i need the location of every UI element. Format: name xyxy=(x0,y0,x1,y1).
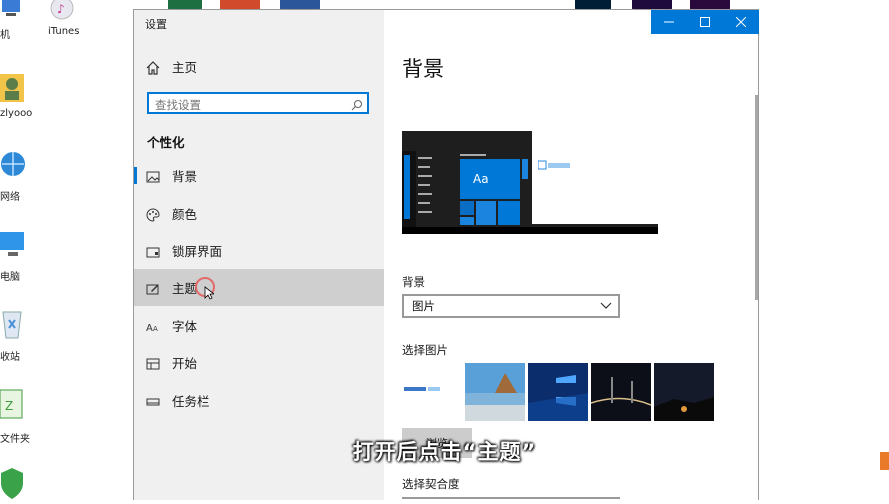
sidebar-item-fonts[interactable]: AA 字体 xyxy=(134,307,384,344)
background-label: 背景 xyxy=(402,275,425,289)
recycle-bin-icon xyxy=(0,306,24,340)
home-icon xyxy=(146,60,160,75)
start-icon xyxy=(146,356,160,370)
search-icon[interactable] xyxy=(351,96,363,115)
svg-text:A: A xyxy=(146,323,153,334)
sidebar-item-colors[interactable]: 颜色 xyxy=(134,195,384,232)
fit-select[interactable] xyxy=(402,497,620,503)
picture-thumbnail-1[interactable] xyxy=(402,363,462,421)
settings-search[interactable] xyxy=(147,92,369,115)
picture-thumbnail-4[interactable] xyxy=(591,363,651,421)
picture-icon xyxy=(146,169,160,183)
network-icon xyxy=(0,148,25,180)
palette-icon xyxy=(146,207,160,222)
minimize-button[interactable] xyxy=(651,10,687,34)
sidebar-item-label: 任务栏 xyxy=(172,394,210,409)
sidebar-item-label: 主页 xyxy=(172,60,198,75)
maximize-icon xyxy=(700,17,710,27)
minimize-icon xyxy=(664,21,674,23)
itunes-icon: ♪ xyxy=(48,0,74,22)
sidebar-item-label: 主题 xyxy=(172,281,198,296)
picture-thumbnail-3[interactable] xyxy=(528,363,588,421)
desktop-icon-label: 收站 xyxy=(0,352,20,363)
sidebar: 设置 主页 个性化 背景 颜色 xyxy=(134,10,384,500)
scrollbar[interactable] xyxy=(755,95,758,300)
desktop-icon-computer[interactable]: 机 xyxy=(0,0,34,42)
font-icon: AA xyxy=(146,319,160,334)
close-button[interactable] xyxy=(723,10,759,34)
content-pane: 背景 Aa 背景 图片 选择图片 浏览 选择契合度 xyxy=(384,10,759,503)
picture-thumbnail-5[interactable] xyxy=(654,363,714,421)
desktop-icon-recycle-bin[interactable]: 收站 xyxy=(0,306,34,363)
search-input[interactable] xyxy=(153,95,347,115)
svg-text:A: A xyxy=(153,325,158,333)
night-sky-thumbnail-image xyxy=(654,363,714,421)
window-title: 设置 xyxy=(145,18,167,31)
desktop-icon-itunes[interactable]: ♪ iTunes xyxy=(44,0,84,42)
computer-icon xyxy=(0,0,24,18)
choose-picture-label: 选择图片 xyxy=(402,343,448,357)
lock-screen-icon xyxy=(146,244,160,258)
sidebar-item-label: 颜色 xyxy=(172,207,198,222)
svg-text:Z: Z xyxy=(5,399,13,413)
sidebar-item-home[interactable]: 主页 xyxy=(134,48,384,85)
section-heading: 个性化 xyxy=(147,135,185,150)
desktop-icon-label: zlyooo xyxy=(0,108,33,119)
sidebar-item-label: 开始 xyxy=(172,356,198,371)
windows-thumbnail-image xyxy=(528,363,588,421)
desktop-icon-pc[interactable]: 电脑 xyxy=(0,230,34,283)
folder-icon: Z xyxy=(0,386,24,420)
shield-icon xyxy=(0,468,24,500)
maximize-button[interactable] xyxy=(687,10,723,34)
user-folder-icon xyxy=(0,70,24,104)
desktop-icon-shield[interactable] xyxy=(0,468,34,500)
desktop-icon-label: 网络 xyxy=(0,192,20,203)
sidebar-item-background[interactable]: 背景 xyxy=(134,157,384,194)
fit-label: 选择契合度 xyxy=(402,477,460,491)
taskbar-icon xyxy=(146,394,160,408)
video-subtitle: 打开后点击“主题” xyxy=(352,440,537,464)
desktop-icon-network[interactable]: 网络 xyxy=(0,148,34,203)
sidebar-item-label: 背景 xyxy=(172,169,198,184)
sidebar-item-taskbar[interactable]: 任务栏 xyxy=(134,382,384,419)
settings-window: 设置 主页 个性化 背景 颜色 xyxy=(133,9,759,500)
page-title: 背景 xyxy=(402,57,444,81)
pc-icon xyxy=(0,230,24,260)
select-value: 图片 xyxy=(412,299,435,313)
coast-thumbnail-image xyxy=(465,363,525,421)
sidebar-item-label: 字体 xyxy=(172,319,198,334)
sidebar-item-label: 锁屏界面 xyxy=(172,244,223,259)
bridge-thumbnail-image xyxy=(591,363,651,421)
desktop-icon-label: iTunes xyxy=(48,26,80,37)
title-bar-buttons xyxy=(651,10,759,34)
theme-brush-icon xyxy=(146,281,160,295)
mouse-cursor-icon xyxy=(204,285,216,304)
close-icon xyxy=(736,17,746,27)
sidebar-item-themes[interactable]: 主题 xyxy=(134,269,384,306)
svg-text:♪: ♪ xyxy=(57,2,65,16)
preview-tile-text: Aa xyxy=(473,172,489,186)
sidebar-item-lock-screen[interactable]: 锁屏界面 xyxy=(134,232,384,269)
desktop-icon-user[interactable]: zlyooo xyxy=(0,70,34,124)
watermark-logo xyxy=(537,157,572,176)
sidebar-item-start[interactable]: 开始 xyxy=(134,344,384,381)
picture-thumbnail-2[interactable] xyxy=(465,363,525,421)
desktop-icon-folder[interactable]: Z 文件夹 xyxy=(0,386,34,445)
desktop-icon-label: 电脑 xyxy=(0,272,20,283)
logo-thumbnail-image xyxy=(404,387,440,391)
desktop-preview: Aa xyxy=(402,131,658,234)
desktop-icon-label: 机 xyxy=(0,30,10,41)
chevron-down-icon xyxy=(600,302,612,309)
background-type-select[interactable]: 图片 xyxy=(402,294,620,318)
